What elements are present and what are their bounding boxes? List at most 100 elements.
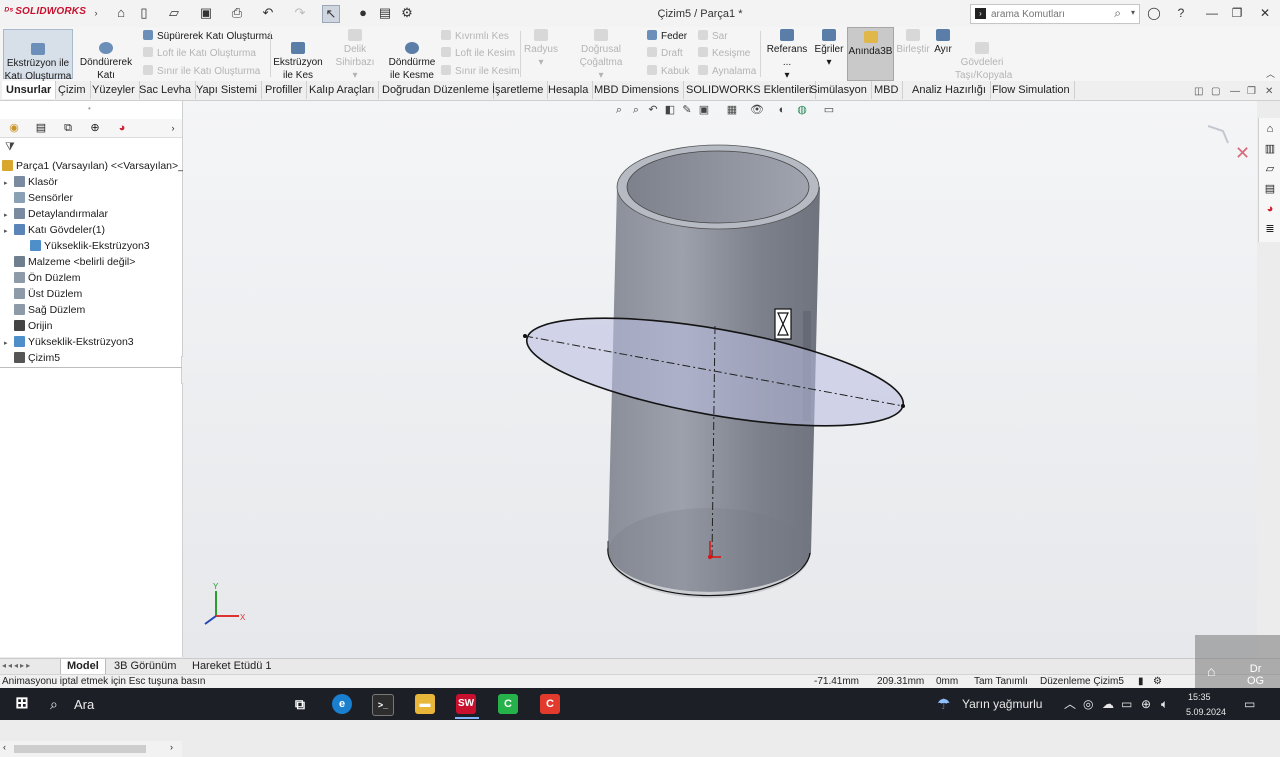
search-icon[interactable]: ⌕ <box>1114 6 1121 21</box>
open-folder-icon[interactable]: ▱ <box>166 5 182 21</box>
mirror-button[interactable]: Aynalama <box>698 65 756 78</box>
solidworks-logo[interactable]: ᴰˢ SOLIDWORKS <box>4 6 86 17</box>
onedrive-cloud-icon[interactable]: ☁ <box>1102 697 1114 711</box>
tree-item[interactable]: ▸ Katı Gövdeler(1) <box>4 222 105 238</box>
apply-scene-icon[interactable]: ◍ <box>795 103 809 117</box>
tab-profiller[interactable]: Profiller <box>261 81 308 99</box>
tree-item[interactable]: ▸ Yükseklik-Ekstrüzyon3 <box>4 334 134 350</box>
tab-yapı-sistemi[interactable]: Yapı Sistemi <box>192 81 262 99</box>
print-icon[interactable]: ⎙ <box>229 5 245 21</box>
tree-item[interactable]: Çizim5 <box>4 350 60 366</box>
panel-grip-icon[interactable]: • <box>88 104 91 113</box>
split-button[interactable]: Ayır <box>932 29 954 77</box>
design-library-icon[interactable]: ▥ <box>1262 141 1278 157</box>
tree-item[interactable]: Sensörler <box>4 190 73 206</box>
terminal-icon[interactable]: >_ <box>372 694 394 716</box>
document-min-icon[interactable]: — <box>1230 86 1240 97</box>
swept-cut-button[interactable]: Kıvrımlı Kes <box>441 30 509 43</box>
panel-more-arrow-icon[interactable]: › <box>165 121 181 135</box>
tab-hesapla[interactable]: Hesapla <box>544 81 594 99</box>
task-view-icon[interactable]: ⧉ <box>290 694 310 714</box>
volume-icon[interactable]: 🔈︎ <box>1161 697 1168 711</box>
rebuild-icon[interactable]: ● <box>355 5 371 21</box>
linear-pattern-button[interactable]: Doğrusal Çoğaltma ▾ <box>561 29 641 81</box>
menu-arrow-icon[interactable]: › <box>88 5 104 21</box>
save-icon[interactable]: ▣ <box>198 5 214 21</box>
configuration-manager-tab-icon[interactable]: ⧉ <box>60 121 76 135</box>
network-globe-icon[interactable]: ⊕ <box>1141 697 1151 711</box>
zoom-to-fit-icon[interactable]: ⌕ <box>612 103 626 117</box>
document-restore-icon[interactable]: ❐ <box>1247 86 1256 97</box>
dynamic-annotation-icon[interactable]: ✎ <box>680 103 694 117</box>
tab-mbd-dimensions[interactable]: MBD Dimensions <box>590 81 684 99</box>
home-icon[interactable]: ⌂ <box>113 5 129 21</box>
tab-mbd[interactable]: MBD <box>870 81 904 99</box>
undo-icon[interactable]: ↶ <box>260 5 276 21</box>
tree-item[interactable]: Ön Düzlem <box>4 270 81 286</box>
rebuild-status-icon[interactable]: ▮ <box>1138 676 1144 688</box>
display-style-icon[interactable]: ▦ <box>725 103 739 117</box>
taskbar-search-label[interactable]: Ara <box>74 697 94 712</box>
redo-icon[interactable]: ↷ <box>292 5 308 21</box>
view-settings-icon[interactable]: ▭ <box>822 103 836 117</box>
windows-start-icon[interactable]: ⊞ <box>12 694 32 714</box>
dimxpert-tab-icon[interactable]: ⊕ <box>87 121 103 135</box>
tab-doğrudan-düzenleme[interactable]: Doğrudan Düzenleme <box>378 81 495 99</box>
tree-item[interactable]: Parça1 (Varsayılan) <<Varsayılan>_G <box>2 158 192 174</box>
document-minimize-icon[interactable]: ▢ <box>1211 86 1220 97</box>
revolve-cut-button[interactable]: Döndürme ile Kesme <box>387 29 437 81</box>
tree-item[interactable]: Yükseklik-Ekstrüzyon3 <box>20 238 150 254</box>
help-icon[interactable]: ? <box>1172 5 1190 21</box>
tree-splitter[interactable] <box>0 367 182 368</box>
view-palette-icon[interactable]: ▤ <box>1262 181 1278 197</box>
tab-kalıp-araçları[interactable]: Kalıp Araçları <box>305 81 380 99</box>
display-manager-tab-icon[interactable]: ◕ <box>114 121 130 135</box>
intersect-button[interactable]: Kesişme <box>698 47 750 60</box>
tab-sac-levha[interactable]: Sac Levha <box>135 81 196 99</box>
graphics-area[interactable]: Y X ✕ <box>183 101 1257 658</box>
wrap-button[interactable]: Sar <box>698 30 728 43</box>
tab-i-şaretleme[interactable]: İşaretleme <box>488 81 549 99</box>
tree-item[interactable]: Orijin <box>4 318 53 334</box>
scroll-left-icon[interactable]: ‹ <box>3 742 6 752</box>
filter-icon[interactable]: ⧩ <box>5 141 15 154</box>
restore-icon[interactable]: ❐ <box>1228 5 1246 21</box>
tree-item[interactable]: Malzeme <belirli değil> <box>4 254 135 270</box>
rib-button[interactable]: Feder <box>647 30 687 43</box>
expand-arrow-icon[interactable]: ▸ <box>4 224 14 240</box>
tab-çizim[interactable]: Çizim <box>54 81 91 99</box>
previous-view-icon[interactable]: ↶ <box>646 103 660 117</box>
reference-geometry-button[interactable]: Referans ... ▾ <box>763 29 811 81</box>
battery-icon[interactable]: ▭ <box>1121 697 1132 711</box>
scroll-right-icon[interactable]: › <box>170 742 173 752</box>
revolve-boss-button[interactable]: Döndürerek Katı Oluşturma <box>74 29 138 94</box>
move-copy-bodies-button[interactable]: Gövdeleri Taşı/Kopyala <box>955 29 1012 81</box>
user-icon[interactable]: ◯ <box>1145 5 1163 21</box>
boundary-cut-button[interactable]: Sınır ile Kesim <box>441 65 519 78</box>
taskbar-search-icon[interactable]: ⌕ <box>50 696 58 713</box>
collapse-ribbon-icon[interactable]: ︿ <box>1266 67 1275 80</box>
document-close-icon[interactable]: ✕ <box>1265 86 1273 97</box>
bottom-tab-1[interactable]: 3B Görünüm <box>108 659 182 674</box>
feature-manager-tab-icon[interactable]: ◉ <box>6 121 22 135</box>
tab-scroll-arrows-icon[interactable]: ◂◂◂▸▸ <box>2 661 54 672</box>
draft-button[interactable]: Draft <box>647 47 683 60</box>
tab-simülasyon[interactable]: Simülasyon <box>806 81 872 99</box>
solidworks-resources-icon[interactable]: ⌂ <box>1262 121 1278 137</box>
extrude-boss-button[interactable]: Ekstrüzyon ile Katı Oluşturma <box>3 29 73 82</box>
close-icon[interactable]: ✕ <box>1256 5 1274 21</box>
tab-yüzeyler[interactable]: Yüzeyler <box>88 81 140 99</box>
zoom-to-area-icon[interactable]: ⌕ <box>629 103 643 117</box>
tree-item[interactable]: ▸ Detaylandırmalar <box>4 206 108 222</box>
solidworks-taskbar-icon[interactable]: SW <box>456 694 476 714</box>
camera-icon[interactable]: ◎ <box>1083 697 1093 711</box>
camtasia-recorder-icon[interactable]: C <box>540 694 560 714</box>
curves-button[interactable]: Eğriler ▾ <box>813 29 845 77</box>
weather-text[interactable]: Yarın yağmurlu <box>962 697 1042 711</box>
show-hidden-icons-icon[interactable]: ︿ <box>1064 697 1076 711</box>
clock-date[interactable]: 5.09.2024 <box>1186 705 1226 719</box>
file-properties-icon[interactable]: ▤ <box>377 5 393 21</box>
minimize-icon[interactable]: — <box>1203 5 1221 21</box>
tile-window-icon[interactable]: ◫ <box>1194 86 1203 97</box>
edge-browser-icon[interactable]: e <box>332 694 352 714</box>
